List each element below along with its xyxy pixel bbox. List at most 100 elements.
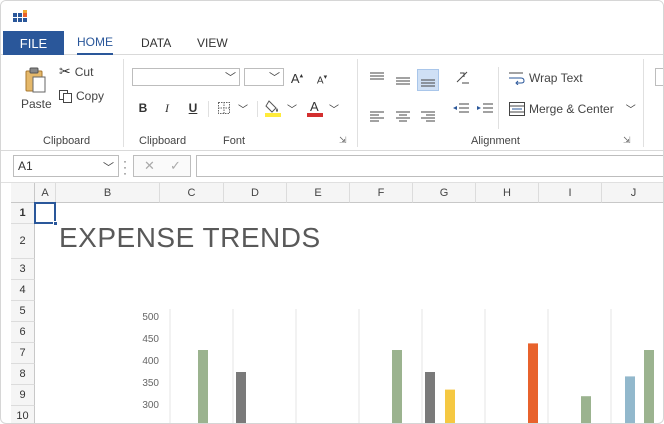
y-tick-label: 350 [142,378,159,389]
more-options-icon[interactable]: · · · [123,155,127,179]
expense-chart[interactable]: 300 350 400 450 500 [115,309,664,424]
column-header-e[interactable]: E [287,183,350,203]
orientation-icon[interactable] [455,70,471,86]
chart-bar[interactable] [425,372,435,424]
font-color-button[interactable]: A ﹀ [305,97,341,119]
cancel-formula-icon[interactable]: ✕ [144,158,155,174]
chart-bar[interactable] [581,396,591,424]
merge-center-button[interactable]: Merge & Center ﹀ [509,101,636,116]
underline-button[interactable]: U [185,99,201,117]
chevron-down-icon: ﹀ [625,105,636,116]
chart-bar[interactable] [644,350,654,424]
increase-indent-icon[interactable] [477,103,493,115]
ribbon-separator [123,59,124,147]
chart-bar[interactable] [445,389,455,424]
cut-button[interactable]: ✂ Cut [59,63,93,80]
fill-color-icon [265,100,281,117]
decrease-font-icon: A▾ [316,74,328,87]
font-name-dropdown[interactable]: ﹀ [132,68,240,86]
name-box[interactable]: A1 ﹀ [13,155,119,177]
y-tick-label: 500 [142,312,159,323]
wrap-text-button[interactable]: Wrap Text [509,71,583,85]
chart-bar[interactable] [198,350,208,424]
align-center-icon[interactable] [396,111,410,123]
bold-button[interactable]: B [135,99,151,117]
formula-input[interactable] [196,155,663,177]
chart-bar[interactable] [528,343,538,424]
align-bottom-button[interactable] [417,69,439,91]
cell-reference: A1 [18,159,33,173]
chevron-down-icon: ﹀ [103,162,114,174]
formula-bar: A1 ﹀ · · · ✕ ✓ [1,151,663,183]
chart-bar[interactable] [625,376,635,424]
select-all-corner[interactable] [11,183,35,203]
tab-data[interactable]: DATA [141,31,171,55]
font-dialog-launcher-icon[interactable]: ⇲ [339,135,347,146]
row-header-5[interactable]: 5 [11,301,35,322]
row-header-10[interactable]: 10 [11,406,35,423]
font-color-icon: A [307,99,323,117]
paste-label[interactable]: Paste [21,97,52,111]
svg-text:A: A [310,99,319,114]
paste-button[interactable] [23,67,49,97]
confirm-formula-icon[interactable]: ✓ [170,158,181,174]
merge-center-icon [509,101,525,116]
align-middle-icon[interactable] [396,76,410,88]
title-bar [1,1,663,31]
fill-handle[interactable] [53,221,58,226]
copy-button[interactable]: Copy [59,89,104,103]
clipboard-group-label: Clipboard [43,135,91,147]
column-header-i[interactable]: I [539,183,602,203]
underline-icon: U [188,101,198,115]
chart-bar[interactable] [392,350,402,424]
font-clipboard-label: Clipboard [139,135,187,147]
bold-icon: B [138,101,148,115]
number-format-dropdown[interactable] [655,68,663,86]
column-header-c[interactable]: C [160,183,224,203]
column-header-g[interactable]: G [413,183,476,203]
row-header-7[interactable]: 7 [11,343,35,364]
chevron-down-icon: ﹀ [287,104,297,116]
row-header-6[interactable]: 6 [11,322,35,343]
increase-font-button[interactable]: A▴ [289,69,305,87]
italic-icon: I [165,100,169,115]
scissors-icon: ✂ [59,63,71,79]
align-left-icon[interactable] [370,111,384,123]
fill-color-button[interactable]: ﹀ [263,97,299,119]
y-tick-label: 300 [142,400,159,411]
column-header-h[interactable]: H [476,183,539,203]
decrease-indent-icon[interactable] [453,103,469,115]
column-header-j[interactable]: J [602,183,663,203]
chart-bar[interactable] [236,372,246,424]
align-bottom-icon [421,79,435,87]
alignment-dialog-launcher-icon[interactable]: ⇲ [623,135,631,146]
row-header-4[interactable]: 4 [11,280,35,301]
borders-icon [218,102,230,114]
chevron-down-icon: ﹀ [225,72,236,84]
tab-file[interactable]: FILE [3,31,64,55]
row-header-8[interactable]: 8 [11,364,35,385]
italic-button[interactable]: I [159,99,175,117]
row-header-2[interactable]: 2 [11,224,35,259]
column-header-b[interactable]: B [56,183,160,203]
font-size-dropdown[interactable]: ﹀ [244,68,284,86]
row-header-9[interactable]: 9 [11,385,35,406]
decrease-font-button[interactable]: A▾ [314,71,330,89]
row-header-3[interactable]: 3 [11,259,35,280]
chevron-down-icon: ﹀ [269,72,280,84]
column-header-d[interactable]: D [224,183,287,203]
tab-home[interactable]: HOME [77,31,113,55]
ribbon-separator [643,59,644,147]
copy-icon [59,89,72,103]
ribbon-tabs: FILE HOME DATA VIEW [1,31,663,55]
column-header-a[interactable]: A [35,183,56,203]
align-right-icon[interactable] [421,111,435,123]
column-header-f[interactable]: F [350,183,413,203]
tab-view[interactable]: VIEW [197,31,228,55]
borders-button[interactable]: ﹀ [216,99,250,117]
row-header-1[interactable]: 1 [11,203,35,224]
ribbon-separator [498,67,499,129]
align-top-icon[interactable] [370,72,384,84]
app-logo-icon [13,10,27,22]
increase-font-icon: A▴ [290,70,304,86]
